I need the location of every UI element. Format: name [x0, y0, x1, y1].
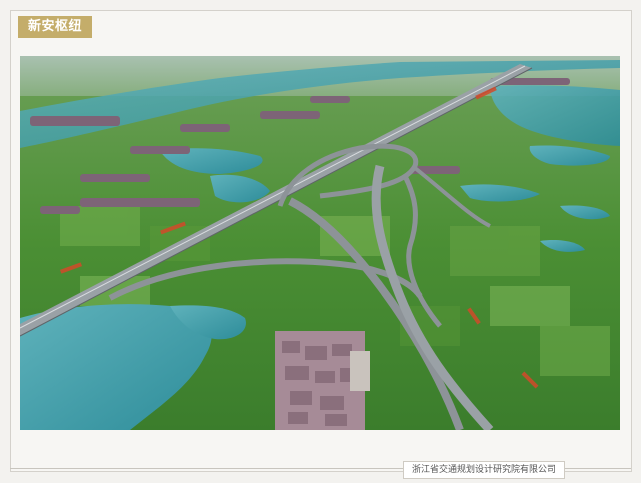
footer-bar: 浙江省交通规划设计研究院有限公司	[0, 461, 641, 479]
page-title: 新安枢纽	[18, 16, 93, 38]
page: 新安枢纽 浙江省交通规划设计研究院有限公司	[0, 0, 641, 483]
aerial-interchange-render-icon	[20, 56, 620, 430]
aerial-interchange-image	[20, 56, 620, 430]
company-credit: 浙江省交通规划设计研究院有限公司	[402, 461, 565, 479]
